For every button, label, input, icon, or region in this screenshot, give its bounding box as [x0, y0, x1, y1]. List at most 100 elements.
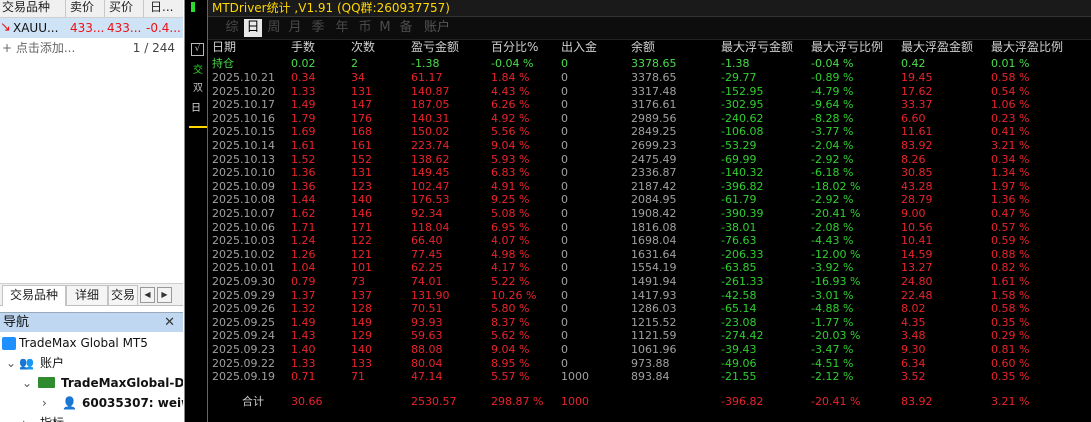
tab-period-9[interactable]: 账户: [422, 19, 452, 37]
tab-symbols[interactable]: 交易品种: [2, 285, 66, 306]
cell-count: 176: [351, 111, 372, 125]
cell-balance: 2187.42: [631, 179, 677, 193]
cell-lots: 1.52: [291, 152, 316, 166]
tab-period-2[interactable]: 周: [265, 19, 283, 37]
cell-lots: 1.44: [291, 193, 316, 207]
cell-pnl: 149.45: [411, 166, 450, 180]
cell-flow: 0: [561, 220, 568, 234]
accounts-label: 账户: [40, 356, 65, 370]
add-symbol-row[interactable]: + 点击添加... 1 / 244: [0, 39, 183, 57]
cell-pct: 6.26 %: [491, 98, 530, 112]
tree-item-broker[interactable]: TradeMax Global MT5: [0, 333, 183, 353]
column-header[interactable]: 最大浮亏比例: [811, 41, 899, 55]
cell-flow: 0: [561, 84, 568, 98]
col-symbol-header[interactable]: 交易品种: [0, 0, 66, 17]
chevron-down-icon[interactable]: ⌄: [22, 373, 32, 393]
cell-date: 2025.09.25: [212, 315, 275, 329]
tab-period-8[interactable]: 备: [397, 19, 415, 37]
column-header[interactable]: 最大浮亏金额: [721, 41, 809, 55]
column-header[interactable]: 余额: [631, 41, 719, 55]
total-lots: 30.66: [291, 395, 323, 408]
tree-item-server[interactable]: ⌄ TradeMaxGlobal-De...: [0, 373, 183, 393]
cell-max-loss: -61.79: [721, 193, 757, 207]
tree-item-accounts[interactable]: ⌄ 👥 账户: [0, 353, 183, 373]
cell-pct: 5.56 %: [491, 125, 530, 139]
chart-toggle-icon[interactable]: √: [191, 43, 204, 56]
cell-max-loss: -63.85: [721, 261, 757, 275]
chevron-right-icon[interactable]: ›: [22, 413, 27, 422]
column-header[interactable]: 最大浮盈比例: [991, 41, 1087, 55]
tab-details[interactable]: 详细: [66, 285, 108, 305]
cell-balance: 1908.42: [631, 207, 677, 220]
tree-item-indicators[interactable]: › 指标: [0, 413, 183, 422]
column-header[interactable]: 手数: [291, 41, 349, 55]
cell-max-gain-pct: 0.01 %: [991, 57, 1030, 70]
cell-count: 137: [351, 288, 372, 302]
cell-pnl: 140.87: [411, 84, 450, 98]
cell-balance: 2699.23: [631, 139, 677, 152]
cell-lots: 1.43: [291, 329, 316, 343]
chart-bar-icon: [191, 2, 195, 12]
column-header[interactable]: 次数: [351, 41, 409, 55]
cell-count: 146: [351, 207, 372, 220]
cell-max-gain-pct: 0.54 %: [991, 84, 1030, 98]
column-header[interactable]: 百分比%: [491, 41, 559, 55]
column-header[interactable]: 最大浮盈金额: [901, 41, 989, 55]
cell-balance: 3378.65: [631, 57, 677, 70]
column-header[interactable]: 出入金: [561, 41, 629, 55]
tab-period-5[interactable]: 年: [333, 19, 351, 37]
cell-date: 2025.09.22: [212, 356, 275, 370]
cell-max-loss-pct: -12.00 %: [811, 247, 861, 261]
cell-pnl: 59.63: [411, 329, 443, 343]
tab-period-6[interactable]: 币: [356, 19, 374, 37]
tree-item-account[interactable]: › 👤 60035307: weiwe...: [0, 393, 183, 413]
broker-logo-icon: [2, 337, 16, 350]
symbol-row[interactable]: ↘ XAUU... 433... 433... -0.4...: [0, 18, 183, 38]
close-icon[interactable]: ✕: [164, 313, 175, 332]
cell-balance: 3176.61: [631, 98, 677, 112]
market-watch-header: 交易品种 卖价 买价 日...: [0, 0, 183, 18]
cell-max-loss: -65.14: [721, 302, 757, 316]
cell-balance: 3317.48: [631, 84, 677, 98]
cell-lots: 1.79: [291, 111, 316, 125]
cell-flow: 1000: [561, 370, 589, 384]
col-ask-header[interactable]: 买价: [105, 0, 144, 17]
cell-max-loss-pct: -4.43 %: [811, 234, 854, 248]
cell-max-gain: 43.28: [901, 179, 933, 193]
cell-date: 2025.10.13: [212, 152, 275, 166]
scroll-right-arrow-icon[interactable]: ▶: [157, 287, 172, 303]
column-header[interactable]: 日期: [212, 41, 289, 55]
cell-balance: 2989.56: [631, 111, 677, 125]
cell-lots: 0.71: [291, 370, 316, 384]
cell-max-loss: -152.95: [721, 84, 764, 98]
cell-flow: 0: [561, 343, 568, 356]
change-value: -0.4...: [146, 21, 181, 35]
cell-pct: 4.43 %: [491, 84, 530, 98]
chevron-down-icon[interactable]: ⌄: [6, 353, 16, 373]
tab-period-7[interactable]: M: [378, 19, 392, 37]
cell-date: 2025.09.30: [212, 275, 275, 288]
tab-period-0[interactable]: 综: [223, 19, 241, 37]
account-label: 60035307: weiwe...: [82, 396, 183, 410]
col-bid-header[interactable]: 卖价: [66, 0, 105, 17]
cell-date: 2025.10.16: [212, 111, 275, 125]
chart-area[interactable]: √ 交 双 日: [184, 0, 208, 422]
cell-date: 2025.10.02: [212, 247, 275, 261]
chevron-right-icon[interactable]: ›: [42, 393, 47, 413]
cell-flow: 0: [561, 71, 568, 84]
left-panel: 交易品种 卖价 买价 日... ↘ XAUU... 433... 433... …: [0, 0, 183, 422]
cell-lots: 0.02: [291, 57, 316, 70]
tab-period-1[interactable]: 日: [244, 19, 262, 37]
tab-period-3[interactable]: 月: [286, 19, 304, 37]
cell-lots: 1.04: [291, 261, 316, 275]
market-watch-tabs: 交易品种 详细 交易 ◀ ▶: [0, 283, 183, 306]
tab-trading[interactable]: 交易: [108, 285, 138, 305]
cell-date: 2025.09.29: [212, 288, 275, 302]
scroll-left-arrow-icon[interactable]: ◀: [140, 287, 155, 303]
add-symbol-label[interactable]: + 点击添加...: [2, 39, 75, 57]
cell-max-loss: -274.42: [721, 329, 764, 343]
cell-max-loss-pct: -0.04 %: [811, 57, 854, 70]
col-change-header[interactable]: 日...: [144, 0, 183, 17]
tab-period-4[interactable]: 季: [309, 19, 327, 37]
column-header[interactable]: 盈亏金额: [411, 41, 489, 55]
